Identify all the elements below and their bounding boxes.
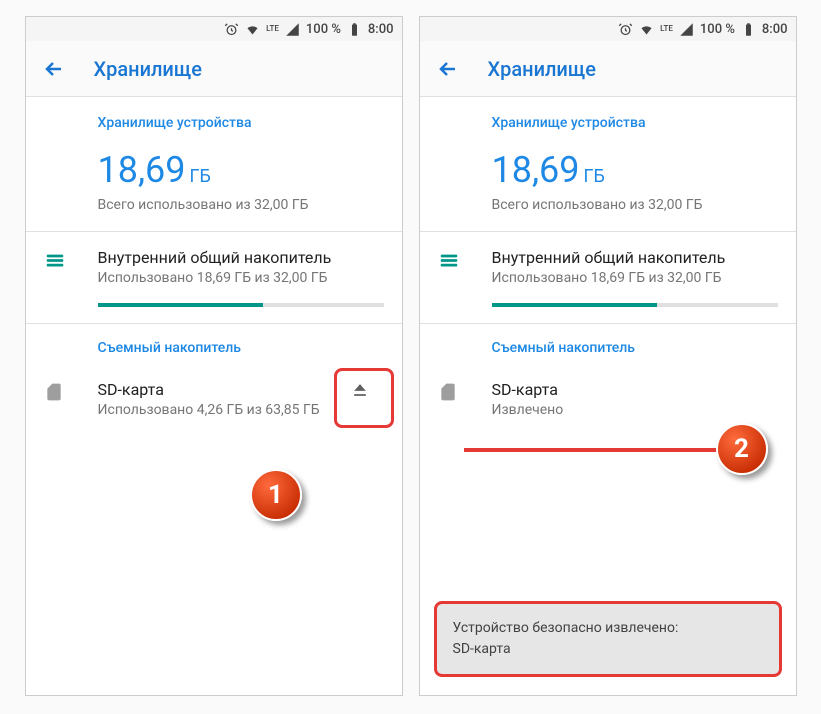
storage-value: 18,69 xyxy=(492,149,580,191)
wifi-icon xyxy=(639,22,654,37)
internal-storage-row[interactable]: Внутренний общий накопитель Использовано… xyxy=(26,232,402,323)
removable-section: Съемный накопитель xyxy=(420,324,796,364)
alarm-icon xyxy=(618,22,633,37)
callout-2: 2 xyxy=(716,423,768,475)
page-title: Хранилище xyxy=(488,57,596,81)
signal-label: LTE xyxy=(266,25,279,33)
phone-left: LTE 100 % 8:00 Хранилище Хранилище устро… xyxy=(25,16,403,696)
sd-title: SD-карта xyxy=(98,380,336,399)
app-bar: Хранилище xyxy=(26,41,402,97)
internal-storage-row[interactable]: Внутренний общий накопитель Использовано… xyxy=(420,232,796,323)
back-icon[interactable] xyxy=(436,57,460,81)
removable-header: Съемный накопитель xyxy=(98,340,384,356)
storage-value-row: 18,69ГБ xyxy=(98,149,384,191)
back-icon[interactable] xyxy=(42,57,66,81)
internal-progress xyxy=(492,303,778,307)
device-storage-header: Хранилище устройства xyxy=(492,115,778,131)
storage-unit: ГБ xyxy=(190,166,211,187)
storage-value-row: 18,69ГБ xyxy=(492,149,778,191)
status-bar: LTE 100 % 8:00 xyxy=(420,17,796,41)
storage-value: 18,69 xyxy=(98,149,186,191)
toast-line1: Устройство безопасно извлечено: xyxy=(453,618,763,639)
storage-sub: Всего использовано из 32,00 ГБ xyxy=(492,197,778,213)
phone-right: LTE 100 % 8:00 Хранилище Хранилище устро… xyxy=(419,16,797,696)
progress-fill xyxy=(98,303,264,307)
storage-icon xyxy=(438,248,492,276)
toast-line2: SD-карта xyxy=(453,639,763,660)
cell-icon xyxy=(679,22,694,37)
storage-icon xyxy=(44,248,98,276)
removable-header: Съемный накопитель xyxy=(492,340,778,356)
status-bar: LTE 100 % 8:00 xyxy=(26,17,402,41)
eject-icon xyxy=(350,380,370,400)
sd-title: SD-карта xyxy=(492,380,778,399)
internal-sub: Использовано 18,69 ГБ из 32,00 ГБ xyxy=(98,269,384,289)
eject-button[interactable] xyxy=(336,380,384,400)
callout-1: 1 xyxy=(250,469,302,521)
sd-sub: Извлечено xyxy=(492,401,778,421)
alarm-icon xyxy=(224,22,239,37)
toast: Устройство безопасно извлечено: SD-карта xyxy=(434,601,782,677)
device-storage-section: Хранилище устройства 18,69ГБ Всего испол… xyxy=(420,97,796,231)
sd-sub: Использовано 4,26 ГБ из 63,85 ГБ xyxy=(98,401,336,421)
storage-sub: Всего использовано из 32,00 ГБ xyxy=(98,197,384,213)
clock-text: 8:00 xyxy=(368,22,394,37)
internal-sub: Использовано 18,69 ГБ из 32,00 ГБ xyxy=(492,269,778,289)
page-title: Хранилище xyxy=(94,57,202,81)
annotation-line xyxy=(464,448,720,452)
sd-info: SD-карта Извлечено xyxy=(492,380,778,421)
removable-section: Съемный накопитель xyxy=(26,324,402,364)
internal-progress xyxy=(98,303,384,307)
storage-unit: ГБ xyxy=(584,166,605,187)
internal-title: Внутренний общий накопитель xyxy=(98,248,384,267)
battery-icon xyxy=(347,22,362,37)
battery-text: 100 % xyxy=(700,22,735,37)
device-storage-header: Хранилище устройства xyxy=(98,115,384,131)
sd-card-row[interactable]: SD-карта Использовано 4,26 ГБ из 63,85 Г… xyxy=(26,364,402,437)
signal-label: LTE xyxy=(660,25,673,33)
cell-icon xyxy=(285,22,300,37)
internal-info: Внутренний общий накопитель Использовано… xyxy=(98,248,384,307)
progress-fill xyxy=(492,303,658,307)
sd-info: SD-карта Использовано 4,26 ГБ из 63,85 Г… xyxy=(98,380,336,421)
clock-text: 8:00 xyxy=(762,22,788,37)
device-storage-section: Хранилище устройства 18,69ГБ Всего испол… xyxy=(26,97,402,231)
battery-text: 100 % xyxy=(306,22,341,37)
wifi-icon xyxy=(245,22,260,37)
battery-icon xyxy=(741,22,756,37)
internal-title: Внутренний общий накопитель xyxy=(492,248,778,267)
internal-info: Внутренний общий накопитель Использовано… xyxy=(492,248,778,307)
app-bar: Хранилище xyxy=(420,41,796,97)
sd-icon xyxy=(438,380,492,406)
sd-icon xyxy=(44,380,98,406)
